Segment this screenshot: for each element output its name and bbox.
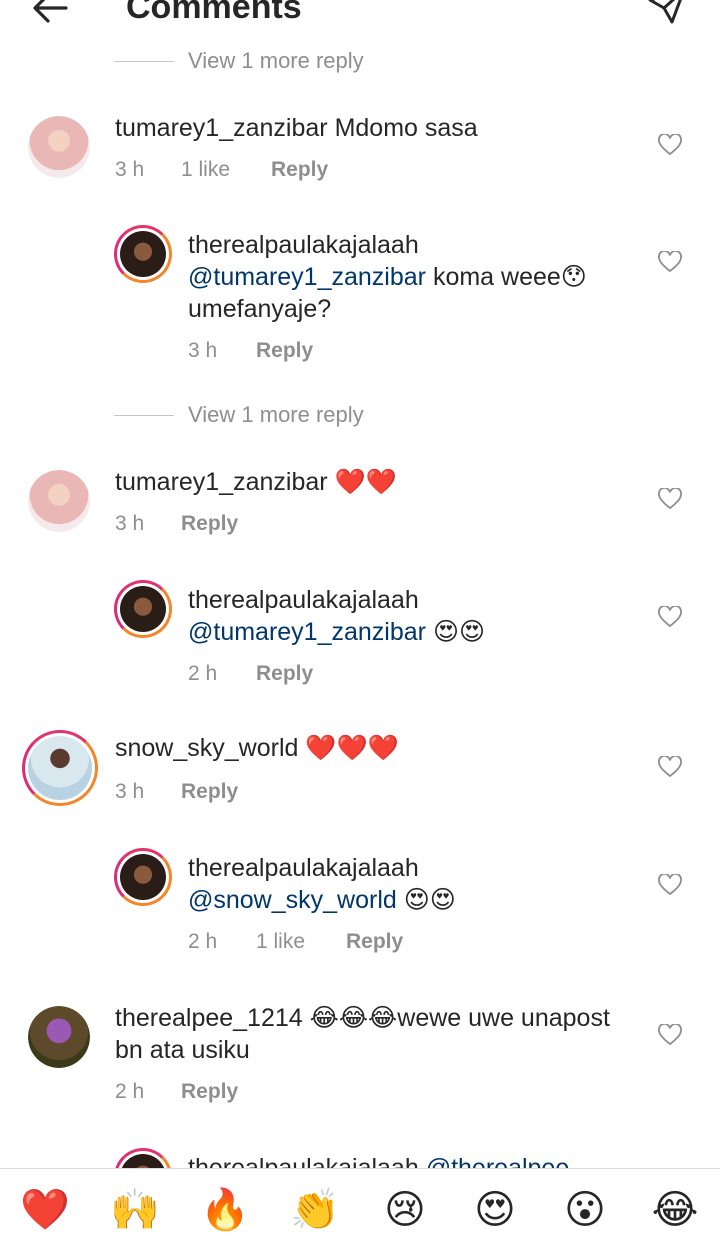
likes-count[interactable]: 1 like — [256, 930, 346, 954]
reply-button[interactable]: Reply — [256, 339, 313, 363]
comment-text: therealpaulakajalaah @tumarey1_zanzibar … — [188, 229, 628, 325]
mention-link[interactable]: @therealpee — [426, 1154, 570, 1168]
comment-meta: 2 h Reply — [188, 662, 313, 686]
emoji-fire-button[interactable]: 🔥 — [200, 1185, 250, 1235]
heart-icon[interactable] — [658, 488, 682, 510]
comment-meta: 2 h 1 like Reply — [188, 930, 403, 954]
comment-body: 😍😍 — [432, 618, 486, 646]
heart-icon[interactable] — [658, 134, 682, 156]
heart-icon[interactable] — [658, 1024, 682, 1046]
comment-text: therealpaulakajalaah @tumarey1_zanzibar … — [188, 584, 628, 648]
comment-meta: 3 h Reply — [115, 512, 238, 536]
view-more-replies-label: View 1 more reply — [188, 48, 364, 73]
username-link[interactable]: therealpaulakajalaah — [188, 231, 419, 259]
avatar[interactable] — [114, 225, 172, 283]
username-link[interactable]: therealpaulakajalaah — [188, 586, 419, 614]
likes-count[interactable]: 1 like — [181, 158, 271, 182]
comment-meta: 2 h Reply — [115, 1080, 238, 1104]
comment-text: therealpee_1214 😂😂😂wewe uwe unapost bn a… — [115, 1002, 635, 1066]
reply-button[interactable]: Reply — [271, 158, 328, 182]
avatar[interactable] — [114, 1148, 172, 1168]
comment-text: tumarey1_zanzibar ❤️❤️ — [115, 466, 635, 498]
timestamp: 2 h — [188, 930, 218, 953]
reply-button[interactable]: Reply — [256, 662, 313, 686]
divider — [114, 60, 174, 62]
reply-item: therealpaulakajalaah @therealpee — [0, 1148, 720, 1168]
username-link[interactable]: snow_sky_world — [115, 734, 298, 762]
timestamp: 2 h — [115, 1080, 145, 1103]
comment-text: therealpaulakajalaah @snow_sky_world 😍😍 — [188, 852, 628, 916]
reply-button[interactable]: Reply — [346, 930, 403, 954]
mention-link[interactable]: @tumarey1_zanzibar — [188, 263, 426, 291]
view-more-replies-label: View 1 more reply — [188, 402, 364, 427]
emoji-raised-hands-button[interactable]: 🙌 — [110, 1185, 160, 1235]
emoji-quick-bar: ❤️ 🙌 🔥 👏 😢 😍 😮 😂 — [0, 1168, 720, 1235]
avatar[interactable] — [28, 1006, 90, 1068]
arrow-left-icon[interactable] — [28, 0, 72, 30]
heart-icon[interactable] — [658, 874, 682, 896]
comment-text: tumarey1_zanzibar Mdomo sasa — [115, 112, 635, 144]
comment-body: 😍😍 — [403, 886, 456, 914]
comment-body: ❤️❤️ — [334, 468, 397, 496]
timestamp: 3 h — [115, 780, 145, 803]
username-link[interactable]: therealpaulakajalaah — [188, 1154, 419, 1168]
avatar[interactable] — [114, 848, 172, 906]
avatar[interactable] — [22, 730, 98, 806]
comment-body: ❤️❤️❤️ — [305, 734, 399, 762]
page-title: Comments — [126, 0, 302, 26]
reply-button[interactable]: Reply — [181, 512, 238, 536]
avatar[interactable] — [114, 580, 172, 638]
comment-text: snow_sky_world ❤️❤️❤️ — [115, 732, 635, 764]
timestamp: 3 h — [188, 339, 218, 362]
paper-plane-icon[interactable] — [644, 0, 688, 28]
reply-button[interactable]: Reply — [181, 1080, 238, 1104]
reply-button[interactable]: Reply — [181, 780, 238, 804]
avatar[interactable] — [28, 116, 90, 178]
view-more-replies-button[interactable]: View 1 more reply — [114, 400, 364, 430]
emoji-clap-button[interactable]: 👏 — [290, 1185, 340, 1235]
comment-body: Mdomo sasa — [334, 114, 478, 142]
timestamp: 3 h — [115, 512, 145, 535]
emoji-heart-button[interactable]: ❤️ — [20, 1185, 70, 1235]
view-more-replies-button[interactable]: View 1 more reply — [114, 46, 364, 76]
username-link[interactable]: tumarey1_zanzibar — [115, 114, 328, 142]
timestamp: 3 h — [115, 158, 145, 181]
username-link[interactable]: therealpaulakajalaah — [188, 854, 419, 882]
emoji-surprised-button[interactable]: 😮 — [560, 1185, 610, 1235]
heart-icon[interactable] — [658, 756, 682, 778]
comment-text: therealpaulakajalaah @therealpee — [188, 1152, 628, 1168]
timestamp: 2 h — [188, 662, 218, 685]
top-bar: Comments — [0, 0, 720, 38]
comment-meta: 3 h Reply — [188, 339, 313, 363]
mention-link[interactable]: @snow_sky_world — [188, 886, 397, 914]
divider — [114, 414, 174, 416]
avatar[interactable] — [28, 470, 90, 532]
heart-icon[interactable] — [658, 251, 682, 273]
comment-meta: 3 h 1 like Reply — [115, 158, 328, 182]
username-link[interactable]: tumarey1_zanzibar — [115, 468, 328, 496]
heart-icon[interactable] — [658, 606, 682, 628]
mention-link[interactable]: @tumarey1_zanzibar — [188, 618, 426, 646]
username-link[interactable]: therealpee_1214 — [115, 1004, 303, 1032]
emoji-heart-eyes-button[interactable]: 😍 — [470, 1185, 520, 1235]
comment-meta: 3 h Reply — [115, 780, 238, 804]
emoji-crying-button[interactable]: 😢 — [380, 1185, 430, 1235]
emoji-joy-button[interactable]: 😂 — [650, 1185, 700, 1235]
